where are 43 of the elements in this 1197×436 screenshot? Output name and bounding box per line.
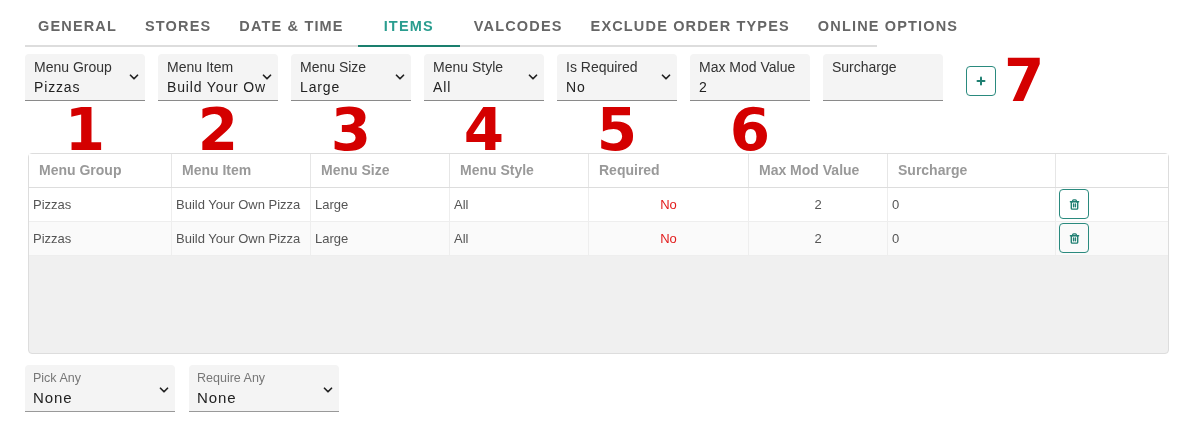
table-cell: Build Your Own Pizza xyxy=(172,187,311,221)
column-header: Menu Style xyxy=(450,153,589,187)
select-field[interactable]: Require Any None xyxy=(189,364,339,412)
delete-button[interactable] xyxy=(1059,189,1089,220)
column-header: Menu Size xyxy=(311,153,450,187)
add-button[interactable] xyxy=(966,65,996,96)
table-cell: Pizzas xyxy=(29,221,172,255)
trash-icon xyxy=(1068,232,1080,244)
select-field[interactable]: Is Required No xyxy=(557,53,677,101)
table-cell: All xyxy=(450,187,589,221)
annotation-number: 7 xyxy=(1004,46,1045,115)
input-field[interactable]: Surcharge xyxy=(823,53,943,101)
table-cell: Large xyxy=(311,187,450,221)
column-header: Max Mod Value xyxy=(749,153,888,187)
tab[interactable]: ONLINE OPTIONS xyxy=(803,8,973,47)
select-field[interactable]: Menu Style All xyxy=(424,53,544,101)
select-field[interactable]: Pick Any None xyxy=(25,364,175,412)
select-field[interactable]: Menu Group Pizzas xyxy=(25,53,145,101)
trash-icon xyxy=(1068,198,1080,210)
tab[interactable]: DATE & TIME xyxy=(225,8,358,47)
tab[interactable]: VALCODES xyxy=(459,8,577,47)
column-header: Surcharge xyxy=(888,153,1056,187)
select-field[interactable]: Menu Item Build Your Ow xyxy=(158,53,278,101)
table-cell: 0 xyxy=(888,187,1056,221)
column-header: Menu Item xyxy=(172,153,311,187)
table-cell: Large xyxy=(311,221,450,255)
table-cell: Pizzas xyxy=(29,187,172,221)
select-field[interactable]: Menu Size Large xyxy=(291,53,411,101)
tab[interactable]: EXCLUDE ORDER TYPES xyxy=(576,8,804,47)
table-cell: 2 xyxy=(749,221,888,255)
input-field[interactable]: Max Mod Value 2 xyxy=(690,53,810,101)
tab[interactable]: STORES xyxy=(131,8,226,47)
table-cell: No xyxy=(589,187,749,221)
tab[interactable]: GENERAL xyxy=(38,8,131,47)
column-header: Menu Group xyxy=(29,153,172,187)
table-cell: 0 xyxy=(888,221,1056,255)
column-header: Required xyxy=(589,153,749,187)
table-cell: All xyxy=(450,221,589,255)
table-cell: Build Your Own Pizza xyxy=(172,221,311,255)
delete-button[interactable] xyxy=(1059,223,1089,254)
plus-icon xyxy=(975,74,987,87)
table-cell: No xyxy=(589,221,749,255)
table-cell: 2 xyxy=(749,187,888,221)
